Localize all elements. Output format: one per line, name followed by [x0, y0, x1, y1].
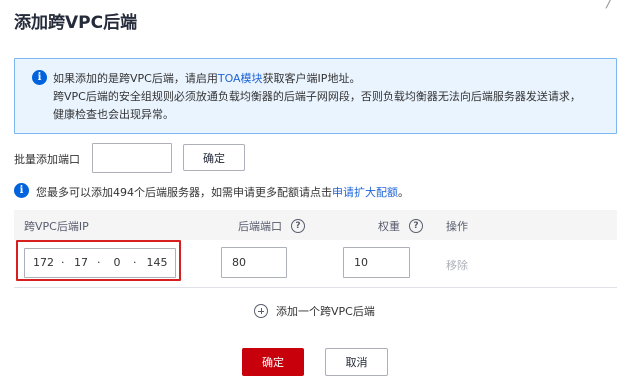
batch-confirm-button[interactable]: 确定: [183, 144, 245, 171]
info-notice: i 如果添加的是跨VPC后端，请启用TOA模块获取客户端IP地址。 跨VPC后端…: [14, 58, 617, 134]
column-action-label: 操作: [446, 220, 468, 233]
close-icon[interactable]: ╱: [606, 0, 620, 8]
ip-dot: ·: [97, 256, 101, 269]
batch-port-label: 批量添加端口: [14, 153, 80, 166]
info-icon: i: [32, 70, 47, 85]
add-backend-button[interactable]: 添加一个跨VPC后端: [254, 303, 375, 319]
quota-message: 您最多可以添加494个后端服务器，如需申请更多配额请点击: [36, 186, 332, 199]
notice-text: 如果添加的是跨VPC后端，请启用TOA模块获取客户端IP地址。 跨VPC后端的安…: [53, 70, 581, 124]
column-port-label: 后端端口: [238, 220, 282, 233]
help-icon[interactable]: ?: [409, 219, 423, 233]
quota-text: 您最多可以添加494个后端服务器，如需申请更多配额请点击申请扩大配额。: [36, 184, 409, 200]
notice-line1-prefix: 如果添加的是跨VPC后端，请启用: [53, 72, 218, 85]
ip-dot: ·: [133, 256, 137, 269]
ip-segment-3[interactable]: 0: [111, 256, 123, 269]
port-value: 80: [232, 256, 246, 269]
column-action: 操作: [446, 218, 468, 234]
column-weight: 权重?: [378, 218, 423, 234]
ip-address-input[interactable]: 172 · 17 · 0 · 145: [24, 248, 176, 278]
batch-port-input[interactable]: [92, 143, 172, 173]
quota-suffix: 。: [398, 186, 409, 199]
column-weight-label: 权重: [378, 220, 400, 233]
column-port: 后端端口?: [238, 218, 305, 234]
port-input[interactable]: 80: [221, 247, 287, 278]
batch-port-row: 批量添加端口 确定: [14, 143, 314, 173]
backend-table: 跨VPC后端IP 后端端口? 权重? 操作 172 · 17 · 0 · 145…: [14, 210, 617, 288]
dialog-title: 添加跨VPC后端: [14, 13, 138, 33]
quota-row: i 您最多可以添加494个后端服务器，如需申请更多配额请点击申请扩大配额。: [14, 182, 614, 200]
ok-button[interactable]: 确定: [242, 348, 304, 376]
help-icon[interactable]: ?: [291, 219, 305, 233]
ip-segment-2[interactable]: 17: [73, 256, 89, 269]
ip-dot: ·: [61, 256, 65, 269]
remove-link[interactable]: 移除: [446, 257, 468, 273]
column-ip-label: 跨VPC后端IP: [24, 220, 89, 233]
ip-segment-4[interactable]: 145: [145, 256, 169, 269]
notice-line1-suffix: 获取客户端IP地址。: [262, 72, 361, 85]
notice-line3: 健康检查也会出现异常。: [53, 108, 174, 121]
weight-value: 10: [354, 256, 368, 269]
cancel-button[interactable]: 取消: [325, 348, 388, 376]
info-icon: i: [14, 183, 29, 198]
column-ip: 跨VPC后端IP: [24, 218, 89, 234]
weight-input[interactable]: 10: [343, 247, 410, 278]
notice-line2: 跨VPC后端的安全组规则必须放通负载均衡器的后端子网网段，否则负载均衡器无法向后…: [53, 90, 581, 103]
table-header: 跨VPC后端IP 后端端口? 权重? 操作: [14, 210, 617, 240]
ip-segment-1[interactable]: 172: [33, 256, 54, 269]
plus-circle-icon: [254, 304, 268, 318]
add-backend-label: 添加一个跨VPC后端: [276, 305, 375, 318]
toa-module-link[interactable]: TOA模块: [218, 72, 263, 85]
request-quota-link[interactable]: 申请扩大配额: [332, 186, 398, 199]
